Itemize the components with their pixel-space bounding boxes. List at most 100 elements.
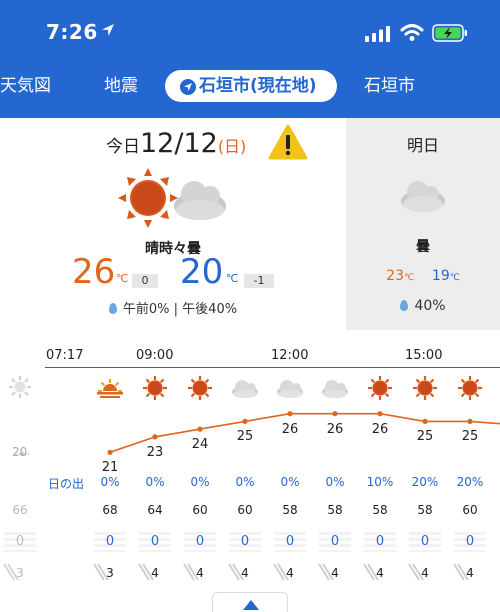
temperature-label: 23 xyxy=(146,444,164,460)
wind-speed-value: 4 xyxy=(376,566,384,580)
precip-probability: 20% xyxy=(411,475,439,489)
temperature-label: 21 xyxy=(101,460,119,476)
precip-probability: 20% xyxy=(456,475,484,489)
humidity-value: 58 xyxy=(417,503,433,517)
sun-icon xyxy=(188,376,212,400)
rain-amount-cell: 0 xyxy=(454,532,486,552)
rain-amount-value: 0 xyxy=(15,534,25,549)
humidity-value: 64 xyxy=(147,503,163,517)
status-time: 7:26 xyxy=(46,20,98,44)
tomorrow-temperatures: 23℃ 19℃ xyxy=(346,268,500,284)
temperature-label: 26 xyxy=(281,421,299,437)
tab-current-location[interactable]: 石垣市(現在地) xyxy=(165,70,337,102)
rain-amount-value: 0 xyxy=(420,534,430,549)
sun-icon xyxy=(143,376,167,400)
wifi-icon xyxy=(400,24,424,41)
hourly-forecast[interactable]: 07:17 09:00 12:00 15:00 20 21 23 24 25 26 26 2… xyxy=(0,340,500,612)
tab-ishigaki[interactable]: 石垣市 xyxy=(364,74,415,98)
rain-amount-cell: 0 xyxy=(364,532,396,552)
wind-cell: 4 xyxy=(270,563,310,581)
tab-weather-map[interactable]: 天気図 xyxy=(0,74,51,98)
hour-label: 12:00 xyxy=(271,348,309,363)
temperature-label: 25 xyxy=(416,429,434,445)
battery-charging-icon xyxy=(432,24,467,42)
wind-cell: 4 xyxy=(360,563,400,581)
wind-speed-value: 4 xyxy=(331,566,339,580)
sunrise-icon xyxy=(97,379,123,398)
today-low-unit: ℃ xyxy=(226,272,239,285)
temperature-point xyxy=(332,411,338,417)
today-high-diff: 0 xyxy=(132,274,158,288)
temperature-label: 26 xyxy=(326,421,344,437)
humidity-value: 58 xyxy=(327,503,343,517)
hour-label: 15:00 xyxy=(405,348,443,363)
precip-probability: 0% xyxy=(325,475,345,489)
precip-probability: 0% xyxy=(100,475,120,489)
today-precip-text: 午前0% | 午後40% xyxy=(122,302,238,317)
today-prefix: 今日 xyxy=(106,137,140,157)
rain-amount-value: 0 xyxy=(195,534,205,549)
tab-current-location-label: 石垣市(現在地) xyxy=(199,76,317,96)
today-date-value: 12/12 xyxy=(140,128,218,159)
wind-speed-value: 3 xyxy=(16,566,24,580)
tomorrow-high-unit: ℃ xyxy=(403,273,415,283)
wind-cell: 3 xyxy=(0,563,40,581)
today-low-diff: -1 xyxy=(244,274,274,288)
sun-cloud-icon xyxy=(118,168,226,228)
today-day-of-week: (日) xyxy=(217,137,247,156)
wind-cell: 4 xyxy=(405,563,445,581)
humidity-value: 60 xyxy=(192,503,208,517)
timeline-divider xyxy=(45,367,500,368)
rain-amount-value: 0 xyxy=(375,534,385,549)
wind-speed-value: 4 xyxy=(421,566,429,580)
rain-amount-cell: 0 xyxy=(274,532,306,552)
rain-amount-cell: 0 xyxy=(319,532,351,552)
temperature-point xyxy=(422,418,428,424)
precip-probability: 0% xyxy=(190,475,210,489)
sun-icon xyxy=(413,376,437,400)
tomorrow-forecast-panel[interactable]: 明日 曇 23℃ 19℃ 40% xyxy=(346,118,500,330)
temperature-point xyxy=(467,418,473,424)
tomorrow-condition: 曇 xyxy=(416,239,430,255)
app-header: 7:26 天気図 地震 石垣市(現在地) 石垣市 xyxy=(0,0,500,118)
temperature-label: 25 xyxy=(236,429,254,445)
humidity-value: 68 xyxy=(102,503,118,517)
today-date: 今日12/12(日) xyxy=(106,128,246,159)
wind-speed-value: 4 xyxy=(286,566,294,580)
tomorrow-high-temp: 23 xyxy=(386,268,404,284)
rain-amount-value: 0 xyxy=(240,534,250,549)
today-forecast-panel[interactable]: 今日12/12(日) 晴時々曇 26 ℃ 0 20 ℃ -1 午前0% | 午後… xyxy=(0,118,346,330)
rain-amount-cell: 0 xyxy=(229,532,261,552)
navigation-icon xyxy=(180,79,196,95)
wind-cell: 4 xyxy=(135,563,175,581)
temperature-point xyxy=(107,449,113,455)
precip-probability: 0% xyxy=(235,475,255,489)
rain-amount-cell: 0 xyxy=(4,532,36,552)
cloud-icon xyxy=(401,181,445,212)
raindrop-icon xyxy=(108,303,117,314)
rain-amount-cell: 0 xyxy=(139,532,171,552)
today-high-temp: 26 xyxy=(72,252,116,292)
temperature-point xyxy=(287,411,293,417)
hour-label: 09:00 xyxy=(136,348,174,363)
warning-icon[interactable] xyxy=(268,124,308,160)
wind-speed-value: 3 xyxy=(106,566,114,580)
temperature-scale-label: 20 xyxy=(12,445,28,459)
rain-amount-cell: 0 xyxy=(184,532,216,552)
sun-icon xyxy=(368,376,392,400)
expand-panel-button[interactable] xyxy=(212,592,288,612)
humidity-value: 60 xyxy=(237,503,253,517)
tomorrow-label: 明日 xyxy=(406,136,439,155)
precip-probability: 0% xyxy=(280,475,300,489)
today-temperatures: 26 ℃ 0 20 ℃ -1 xyxy=(72,252,302,296)
temperature-label: 24 xyxy=(191,437,209,453)
wind-cell: 3 xyxy=(90,563,130,581)
tab-earthquake[interactable]: 地震 xyxy=(104,74,138,98)
wind-cell: 4 xyxy=(315,563,355,581)
today-precipitation: 午前0% | 午後40% xyxy=(0,298,346,317)
rain-amount-cell: 0 xyxy=(94,532,126,552)
rain-amount-value: 0 xyxy=(105,534,115,549)
wind-cell: 4 xyxy=(180,563,220,581)
today-low-temp: 20 xyxy=(180,252,224,292)
today-high-unit: ℃ xyxy=(116,272,129,285)
